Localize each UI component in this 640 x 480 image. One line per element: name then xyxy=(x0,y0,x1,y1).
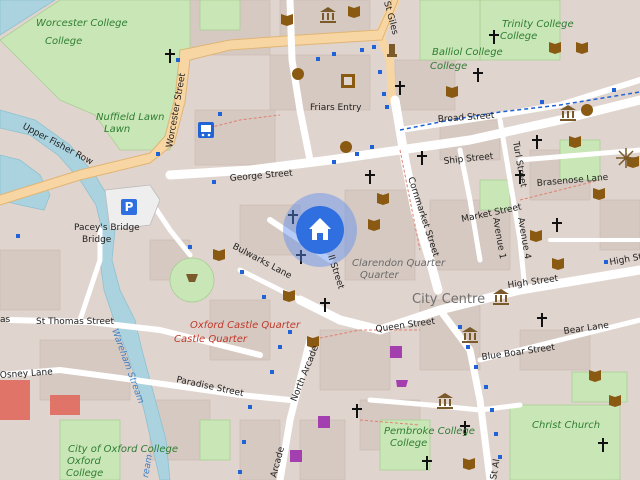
label-clarendon-quarter-2: Quarter xyxy=(360,270,400,281)
theatre-icon xyxy=(292,68,304,80)
street-as-fragment: as xyxy=(0,315,11,325)
parking-label: P xyxy=(125,200,134,214)
label-trinity-2: College xyxy=(500,31,537,42)
map-canvas[interactable]: P Worcester College College Nuffield Law… xyxy=(0,0,640,480)
bus-station-icon[interactable] xyxy=(198,122,214,138)
street-paceys-bridge-2: Bridge xyxy=(82,235,112,245)
label-worcester-college: Worcester College xyxy=(36,18,128,29)
shopping-cart-icon xyxy=(396,380,408,387)
label-oxford-castle: Oxford Castle Quarter xyxy=(190,320,301,331)
theatre-icon xyxy=(340,141,352,153)
label-nuffield-lawn: Nuffield Lawn xyxy=(96,112,165,123)
theatre-icon xyxy=(581,104,593,116)
street-st-thomas: St Thomas Street xyxy=(36,317,114,327)
label-pembroke: Pembroke College xyxy=(384,426,475,437)
label-balliol: Balliol College xyxy=(432,47,503,58)
viewpoint-icon xyxy=(616,148,636,168)
cinema-icon-inner xyxy=(344,77,352,85)
label-city-centre: City Centre xyxy=(412,292,485,307)
label-christ-church: Christ Church xyxy=(532,420,600,431)
shopping-bag-icon xyxy=(290,450,302,462)
street-friars-entry: Friars Entry xyxy=(310,103,362,113)
label-trinity: Trinity College xyxy=(502,19,574,30)
shopping-bag-icon xyxy=(318,416,330,428)
label-city-of-oxford-3: College xyxy=(66,468,103,479)
label-oxford-castle-2: Castle Quarter xyxy=(174,334,248,345)
label-city-of-oxford-2: Oxford xyxy=(67,456,102,467)
label-pembroke-2: College xyxy=(390,438,427,449)
label-clarendon-quarter: Clarendon Quarter xyxy=(352,258,446,269)
label-nuffield-lawn-2: Lawn xyxy=(104,124,130,135)
street-paceys-bridge: Pacey's Bridge xyxy=(74,223,140,233)
shopping-bag-icon xyxy=(390,346,402,358)
label-balliol-2: College xyxy=(430,61,467,72)
label-worcester-college-2: College xyxy=(45,36,82,47)
label-city-of-oxford: City of Oxford College xyxy=(68,444,178,455)
